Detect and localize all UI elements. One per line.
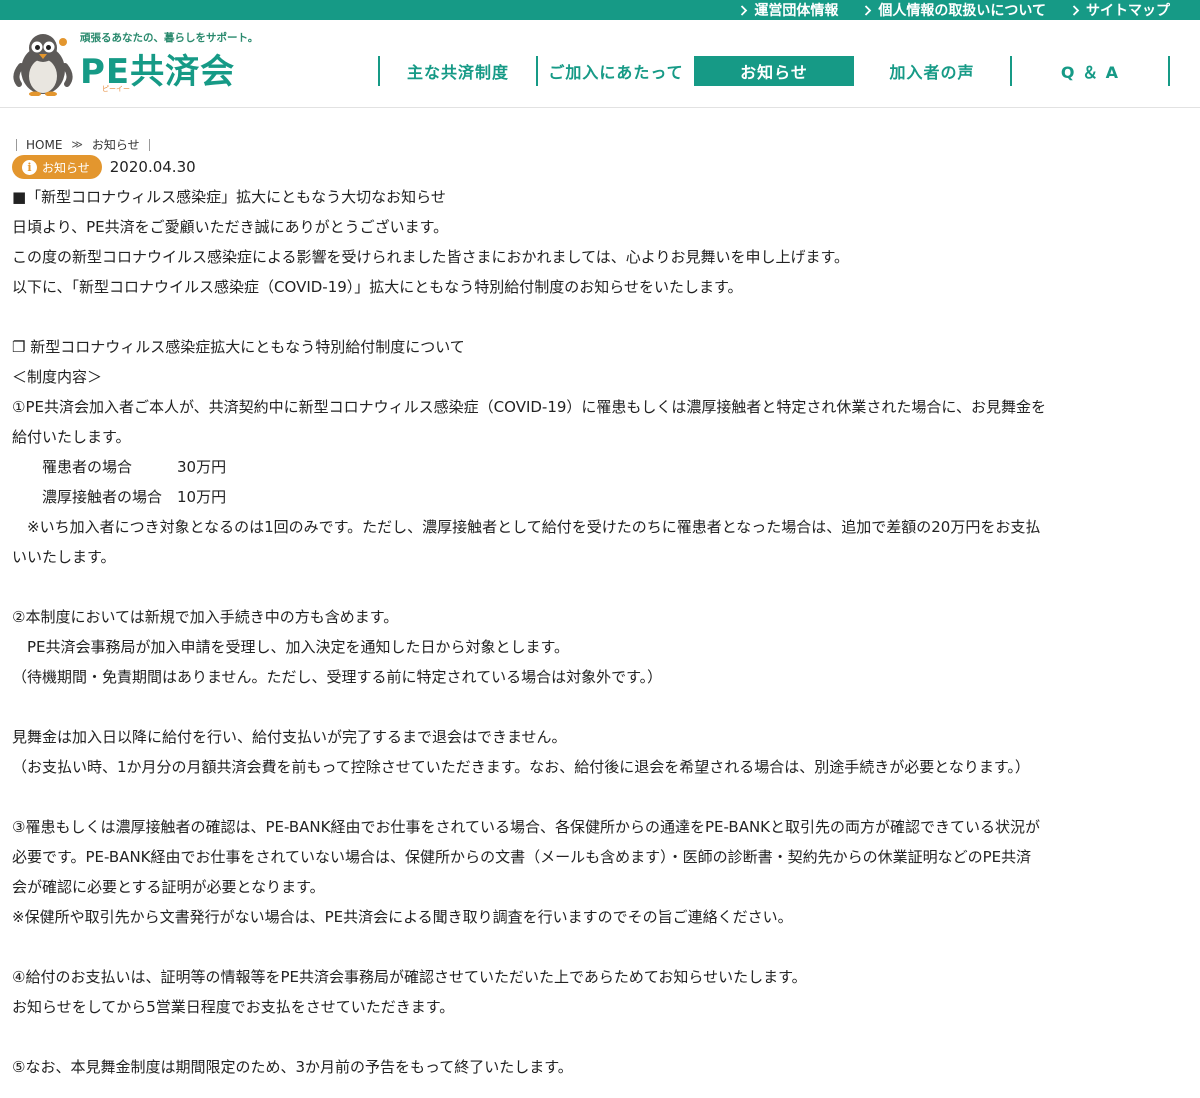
double-chevron-right-icon: ≫ bbox=[71, 138, 83, 151]
article-line: 給付いたします。 bbox=[12, 428, 131, 446]
top-utility-bar: 運営団体情報 個人情報の取扱いについて サイトマップ bbox=[0, 0, 1200, 20]
breadcrumb-current: お知らせ bbox=[91, 138, 140, 152]
info-icon: i bbox=[22, 159, 37, 175]
article-line: ※保健所や取引先から文書発行がない場合は、PE共済会による聞き取り調査を行います… bbox=[12, 908, 793, 926]
post-meta: i お知らせ 2020.04.30 bbox=[12, 155, 196, 179]
nav-divider bbox=[1168, 56, 1170, 86]
article-line: （お支払い時、1か月分の月額共済会費を前もって控除させていただきます。なお、給付… bbox=[12, 758, 1030, 776]
utility-link-label: 個人情報の取扱いについて bbox=[878, 3, 1046, 19]
chevron-right-icon bbox=[865, 4, 872, 16]
chevron-right-icon bbox=[741, 4, 748, 16]
logo-reading: ピーイー bbox=[102, 85, 130, 93]
article-line: お知らせをしてから5営業日程度でお支払をさせていただきます。 bbox=[12, 998, 455, 1016]
article-line: ＜制度内容＞ bbox=[12, 368, 103, 386]
article-line: 日頃より、PE共済をご愛顧いただき誠にありがとうございます。 bbox=[12, 218, 449, 236]
breadcrumb-home-link[interactable]: HOME bbox=[26, 138, 62, 152]
article-line: 罹患者の場合 30万円 bbox=[12, 458, 227, 476]
utility-link-organization[interactable]: 運営団体情報 bbox=[740, 0, 838, 20]
article-line: 必要です。PE-BANK経由でお仕事をされていない場合は、保健所からの文書（メー… bbox=[12, 848, 1032, 866]
site-logo[interactable]: 頑張るあなたの、暮らしをサポート。 PE共済会 ピーイー bbox=[10, 28, 260, 104]
logo-tagline: 頑張るあなたの、暮らしをサポート。 bbox=[80, 32, 259, 44]
article-line: （待機期間・免責期間はありません。ただし、受理する前に特定されている場合は対象外… bbox=[12, 668, 663, 686]
global-nav: 主な共済制度 ご加入にあたって お知らせ 加入者の声 Q ＆ A bbox=[378, 56, 1170, 86]
nav-item-qa[interactable]: Q ＆ A bbox=[1012, 56, 1168, 86]
breadcrumb: HOME ≫ お知らせ bbox=[16, 136, 150, 153]
article-body: ■「新型コロナウィルス感染症」拡大にともなう大切なお知らせ 日頃より、PE共済をご… bbox=[12, 182, 1188, 1082]
article-line: 以下に、「新型コロナウイルス感染症（COVID-19）」拡大にともなう特別給付制… bbox=[12, 278, 743, 296]
nav-item-plans[interactable]: 主な共済制度 bbox=[380, 56, 536, 86]
breadcrumb-divider bbox=[16, 138, 17, 151]
nav-item-news[interactable]: お知らせ bbox=[696, 56, 852, 86]
article-line: ❐ 新型コロナウィルス感染症拡大にともなう特別給付制度について bbox=[12, 338, 465, 356]
category-label: お知らせ bbox=[42, 160, 90, 175]
chevron-right-icon bbox=[1072, 4, 1080, 16]
article-line: 見舞金は加入日以降に給付を行い、給付支払いが完了するまで退会はできません。 bbox=[12, 728, 567, 746]
post-date: 2020.04.30 bbox=[109, 158, 196, 176]
category-badge: i お知らせ bbox=[12, 155, 102, 179]
article-line: ①PE共済会加入者ご本人が、共済契約中に新型コロナウィルス感染症（COVID-1… bbox=[12, 398, 1046, 416]
article-line: 会が確認に必要とする証明が必要となります。 bbox=[12, 878, 325, 896]
site-header: 頑張るあなたの、暮らしをサポート。 PE共済会 ピーイー 主な共済制度 ご加入に… bbox=[0, 20, 1200, 108]
article-line: ⑤なお、本見舞金制度は期間限定のため、3か月前の予告をもって終了いたします。 bbox=[12, 1058, 573, 1076]
article-line: ※いち加入者につき対象となるのは1回のみです。ただし、濃厚接触者として給付を受け… bbox=[12, 518, 1041, 536]
utility-link-sitemap[interactable]: サイトマップ bbox=[1072, 0, 1170, 20]
article-line: いいたします。 bbox=[12, 548, 116, 566]
article-line: ③罹患もしくは濃厚接触者の確認は、PE-BANK経由でお仕事をされている場合、各… bbox=[12, 818, 1041, 836]
utility-links: 運営団体情報 個人情報の取扱いについて サイトマップ bbox=[740, 0, 1170, 20]
article-line: 濃厚接触者の場合 10万円 bbox=[12, 488, 227, 506]
article-line: PE共済会事務局が加入申請を受理し、加入決定を通知した日から対象とします。 bbox=[12, 638, 570, 656]
utility-link-privacy[interactable]: 個人情報の取扱いについて bbox=[864, 0, 1046, 20]
article-line: ②本制度においては新規で加入手続き中の方も含めます。 bbox=[12, 608, 399, 626]
article-line: ④給付のお支払いは、証明等の情報等をPE共済会事務局が確認させていただいた上であ… bbox=[12, 968, 807, 986]
article-line: ■「新型コロナウィルス感染症」拡大にともなう大切なお知らせ bbox=[12, 188, 446, 206]
breadcrumb-divider bbox=[148, 138, 150, 151]
article-line: この度の新型コロナウイルス感染症による影響を受けられました皆さまにおかれましては… bbox=[12, 248, 850, 266]
nav-item-joining[interactable]: ご加入にあたって bbox=[538, 56, 694, 86]
utility-link-label: 運営団体情報 bbox=[754, 3, 839, 19]
utility-link-label: サイトマップ bbox=[1086, 3, 1170, 19]
penguin-mascot-icon bbox=[13, 34, 73, 96]
nav-item-voices[interactable]: 加入者の声 bbox=[854, 56, 1010, 86]
